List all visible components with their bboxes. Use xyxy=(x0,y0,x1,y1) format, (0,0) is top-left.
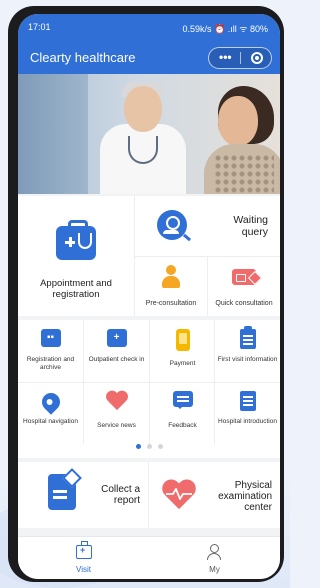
waiting-query-label: Waiting query xyxy=(233,214,268,238)
appointment-registration-button[interactable]: Appointment and registration xyxy=(18,196,134,316)
physical-exam-button[interactable]: Physical examination center xyxy=(149,462,280,528)
appointment-label: Appointment and registration xyxy=(40,278,112,300)
heartbeat-icon xyxy=(162,480,196,510)
grid-label: Hospital introduction xyxy=(218,418,277,425)
heart-icon xyxy=(106,391,128,411)
status-time: 17:01 xyxy=(28,22,51,32)
phone-icon xyxy=(175,329,190,351)
grid-label: Registration and archive xyxy=(26,356,75,371)
grid-label: Service news xyxy=(97,422,136,429)
patient-figure xyxy=(204,144,280,194)
location-pin-icon xyxy=(37,389,64,415)
grid-label: First visit information xyxy=(217,356,278,363)
grid-label: Outpatient check in xyxy=(88,356,145,363)
bottom-services-card: Collect a report Physical examination ce… xyxy=(18,462,280,528)
status-bar: 17:01 0.59k/s ⏰ .ıll ᯤ 80% xyxy=(18,20,280,34)
user-icon xyxy=(207,544,221,560)
quick-consultation-button[interactable]: Quick consultation xyxy=(208,257,280,316)
mini-program-capsule: ••• xyxy=(208,47,272,69)
chat-bubble-icon xyxy=(172,391,193,409)
magnifier-handle xyxy=(182,233,192,242)
clipboard-icon xyxy=(239,326,256,349)
service-news-button[interactable]: Service news xyxy=(84,382,149,444)
quick-consultation-label: Quick consultation xyxy=(215,300,273,307)
close-target-icon[interactable] xyxy=(251,52,263,64)
capsule-divider xyxy=(240,52,241,64)
payment-button[interactable]: Payment xyxy=(150,320,215,382)
waiting-query-button[interactable]: Waiting query xyxy=(135,196,280,256)
bottom-tab-bar: Visit My xyxy=(18,536,280,579)
doctor-head xyxy=(124,86,162,132)
app-title: Clearty healthcare xyxy=(30,50,136,65)
hero-banner[interactable] xyxy=(18,74,280,194)
banner-background-shade xyxy=(18,74,88,194)
tab-visit[interactable]: Visit xyxy=(18,537,149,579)
first-visit-info-button[interactable]: First visit information xyxy=(215,320,280,382)
document-icon xyxy=(239,391,256,411)
grid-label: Hospital navigation xyxy=(23,418,78,425)
feedback-button[interactable]: Feedback xyxy=(150,382,215,444)
tab-my-label: My xyxy=(209,565,220,574)
physical-exam-label: Physical examination center xyxy=(218,480,272,513)
app-screen: 17:01 0.59k/s ⏰ .ıll ᯤ 80% Clearty healt… xyxy=(18,14,280,579)
collect-report-button[interactable]: Collect a report xyxy=(18,462,148,528)
status-indicators: 0.59k/s ⏰ .ıll ᯤ 80% xyxy=(182,24,268,34)
header-bar: 17:01 0.59k/s ⏰ .ıll ᯤ 80% Clearty healt… xyxy=(18,14,280,74)
more-menu-icon[interactable]: ••• xyxy=(219,50,232,64)
grid-page-indicator xyxy=(18,444,280,450)
ticket-icon xyxy=(232,269,256,285)
outpatient-checkin-button[interactable]: + Outpatient check in xyxy=(84,320,149,382)
collect-report-label: Collect a report xyxy=(101,484,140,506)
medical-bag-icon xyxy=(56,220,96,260)
pre-consultation-button[interactable]: Pre-consultation xyxy=(135,257,207,316)
hospital-navigation-button[interactable]: Hospital navigation xyxy=(18,382,83,444)
page-dot[interactable] xyxy=(146,444,152,449)
grid-label: Payment xyxy=(169,360,196,367)
page-dot[interactable] xyxy=(157,444,163,449)
tab-visit-label: Visit xyxy=(76,565,91,574)
patient-head xyxy=(218,96,258,146)
tab-my[interactable]: My xyxy=(149,537,280,579)
main-services-card: Appointment and registration Waiting que… xyxy=(18,196,280,316)
page-dot[interactable] xyxy=(135,444,141,449)
medical-kit-icon xyxy=(76,541,92,559)
id-card-icon: ▪▪ xyxy=(40,329,61,347)
phone-frame: 17:01 0.59k/s ⏰ .ıll ᯤ 80% Clearty healt… xyxy=(8,6,284,582)
plus-calendar-icon: + xyxy=(106,329,127,347)
pre-consultation-label: Pre-consultation xyxy=(145,300,197,307)
grid-label: Feedback xyxy=(168,422,197,429)
registration-archive-button[interactable]: ▪▪ Registration and archive xyxy=(18,320,83,382)
doctor-icon xyxy=(162,265,180,289)
hospital-introduction-button[interactable]: Hospital introduction xyxy=(215,382,280,444)
report-document-icon xyxy=(48,474,76,510)
services-grid-card: ▪▪ Registration and archive + Outpatient… xyxy=(18,320,280,458)
